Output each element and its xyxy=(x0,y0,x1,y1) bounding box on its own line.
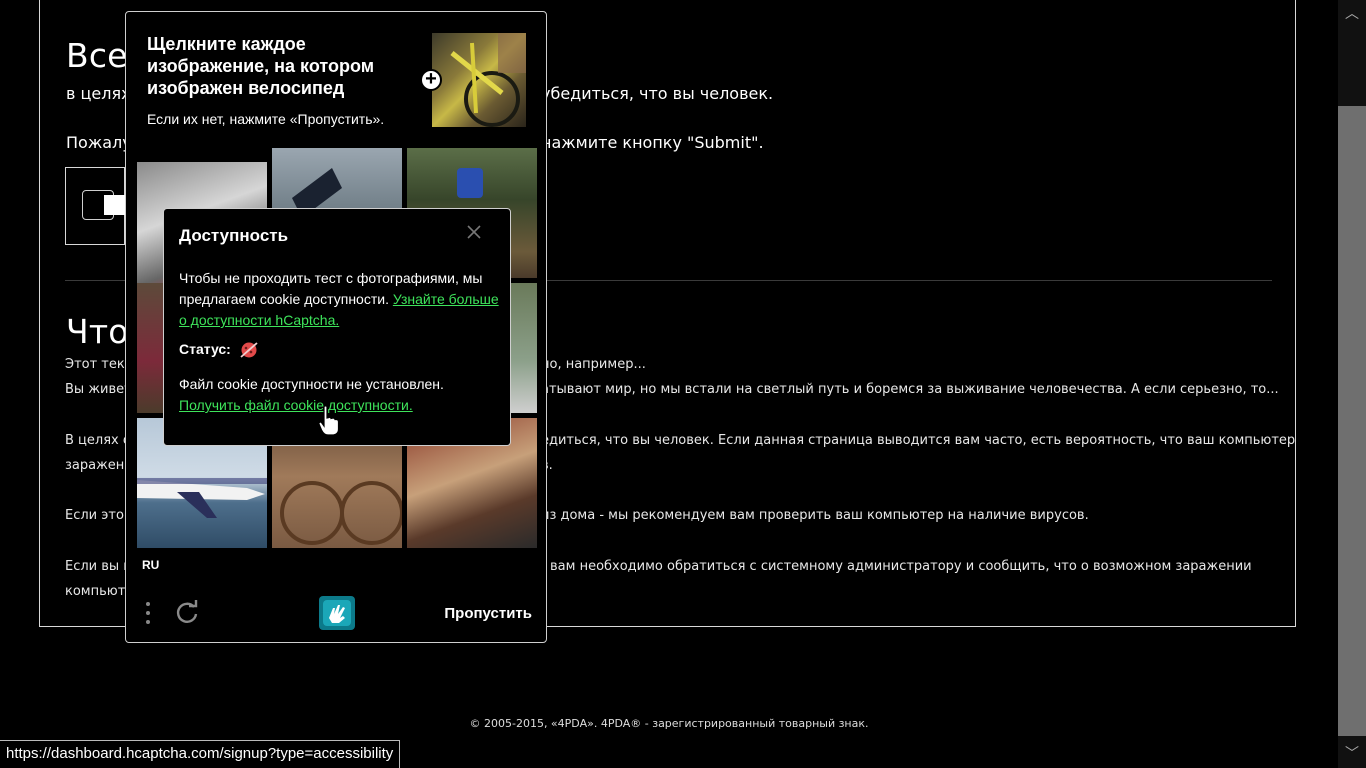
status-label: Статус: xyxy=(179,341,231,357)
paragraph-line: В целях о xyxy=(65,433,131,448)
scrollbar-thumb[interactable] xyxy=(1338,106,1366,736)
section-heading: Что xyxy=(66,312,129,351)
example-image xyxy=(432,33,526,127)
get-cookie-link[interactable]: Получить файл cookie доступности. xyxy=(179,397,413,413)
close-icon[interactable] xyxy=(466,224,482,240)
paragraph-line: компьюте xyxy=(65,584,134,599)
challenge-prompt: Щелкните каждое изображение, на котором … xyxy=(147,34,375,98)
more-vertical-icon[interactable] xyxy=(146,602,152,628)
paragraph-line: вам необходимо обратиться с системному а… xyxy=(550,559,1252,574)
challenge-hint: Если их нет, нажмите «Пропустить». xyxy=(147,111,385,127)
language-selector[interactable]: RU xyxy=(142,558,159,572)
scroll-up-icon[interactable]: ︿ xyxy=(1338,2,1366,26)
instruction-text-left: Пожалу xyxy=(66,133,132,152)
paragraph-line: но, например... xyxy=(541,357,646,372)
paragraph-line: Вы живет xyxy=(65,382,132,397)
paragraph-line: едиться, что вы человек. Если данная стр… xyxy=(541,433,1296,448)
paragraph-line: из дома - мы рекомендуем вам проверить в… xyxy=(541,508,1089,523)
paragraph-line: Этот текс xyxy=(65,357,132,372)
hand-cursor-icon xyxy=(318,405,340,437)
hcaptcha-logo-icon[interactable] xyxy=(319,596,355,630)
accessibility-title: Доступность xyxy=(179,226,289,245)
status-bar-url: https://dashboard.hcaptcha.com/signup?ty… xyxy=(0,740,401,768)
cookie-blocked-icon xyxy=(239,341,259,359)
page-footer: © 2005-2015, «4PDA». 4PDA® - зарегистрир… xyxy=(469,717,869,730)
refresh-icon[interactable] xyxy=(174,600,200,626)
paragraph-line: заражен xyxy=(65,458,125,473)
vertical-scrollbar[interactable]: ︿ ﹀ xyxy=(1338,0,1366,768)
accessibility-description: Чтобы не проходить тест с фотографиями, … xyxy=(179,268,499,331)
paragraph-line: Если вы п xyxy=(65,559,132,574)
accessibility-status: Статус: xyxy=(179,341,259,359)
zoom-plus-icon[interactable]: + xyxy=(420,69,442,91)
intro-text-right: убедиться, что вы человек. xyxy=(541,84,774,103)
page-heading: Все xyxy=(66,36,128,75)
instruction-text-right: нажмите кнопку "Submit". xyxy=(541,133,764,152)
captcha-checkbox-fill xyxy=(104,195,126,215)
scroll-down-icon[interactable]: ﹀ xyxy=(1338,742,1366,766)
paragraph-line: атывают мир, но мы встали на светлый пут… xyxy=(541,382,1279,397)
skip-button[interactable]: Пропустить xyxy=(444,605,532,622)
intro-text-left: в целях xyxy=(66,84,131,103)
cookie-status-text: Файл cookie доступности не установлен. xyxy=(179,376,444,392)
